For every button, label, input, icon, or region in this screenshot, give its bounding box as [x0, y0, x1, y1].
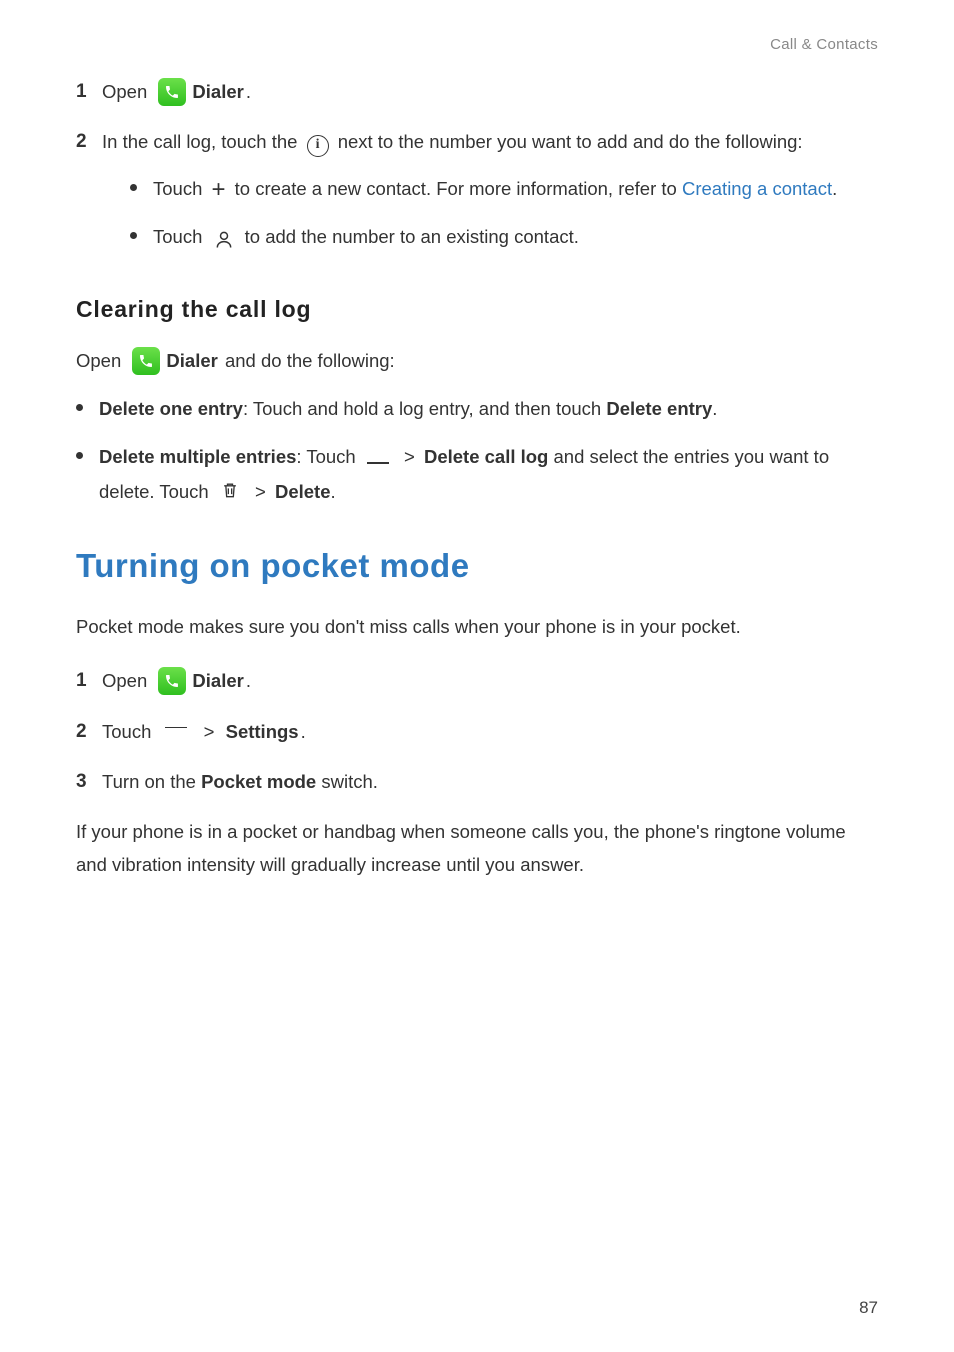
dialer-icon — [158, 667, 186, 695]
label: Delete one entry — [99, 398, 243, 419]
trash-icon — [220, 479, 240, 501]
breadcrumb: Call & Contacts — [770, 36, 878, 53]
text: > — [199, 716, 220, 747]
step-number: 2 — [76, 126, 92, 158]
text: Touch — [102, 716, 157, 747]
text: to create a new contact. For more inform… — [235, 178, 682, 199]
text: > — [250, 481, 271, 502]
dialer-icon — [158, 78, 186, 106]
info-icon: i — [307, 135, 329, 157]
menu-icon — [367, 460, 389, 476]
bold: Delete entry — [606, 398, 712, 419]
step-number: 1 — [76, 665, 92, 697]
para-pocket-intro: Pocket mode makes sure you don't miss ca… — [76, 611, 878, 643]
bold: Delete call log — [424, 446, 548, 467]
text: to add the number to an existing contact… — [240, 220, 579, 254]
dialer-icon — [132, 347, 160, 375]
link-creating-contact[interactable]: Creating a contact — [682, 178, 832, 199]
text: Open — [102, 665, 152, 696]
bold: Pocket mode — [201, 771, 316, 792]
bold: Delete — [275, 481, 331, 502]
person-icon — [214, 229, 234, 251]
step-number: 1 — [76, 76, 92, 108]
label: Delete multiple entries — [99, 446, 296, 467]
bold: Settings — [226, 716, 299, 747]
text: and do the following: — [220, 345, 395, 377]
bullet-icon — [130, 232, 137, 239]
bullet-delete-one: Delete one entry: Touch and hold a log e… — [76, 392, 878, 426]
text: Turn on the — [102, 771, 201, 792]
step-2: 2 In the call log, touch the i next to t… — [76, 126, 878, 268]
step-number: 2 — [76, 716, 92, 748]
dialer-label: Dialer — [166, 345, 217, 377]
bullet-icon — [76, 452, 83, 459]
text: : Touch and hold a log entry, and then t… — [243, 398, 606, 419]
sub-bullet-add-existing: Touch to add the number to an existing c… — [130, 220, 878, 254]
heading-pocket-mode: Turning on pocket mode — [76, 547, 878, 585]
text: . — [246, 76, 251, 107]
pocket-step-3: 3 Turn on the Pocket mode switch. — [76, 766, 878, 798]
bullet-delete-multiple: Delete multiple entries: Touch > Delete … — [76, 440, 878, 509]
text: next to the number you want to add and d… — [338, 131, 803, 152]
text: : Touch — [296, 446, 360, 467]
dialer-label: Dialer — [192, 76, 243, 107]
para-open-dialer: Open Dialer and do the following: — [76, 345, 878, 377]
text: . — [330, 481, 335, 502]
heading-clearing-call-log: Clearing the call log — [76, 296, 878, 323]
text: switch. — [316, 771, 378, 792]
dialer-label: Dialer — [192, 665, 243, 696]
text: In the call log, touch the — [102, 131, 303, 152]
text: > — [399, 446, 420, 467]
plus-icon: + — [212, 178, 226, 202]
pocket-step-2: 2 Touch > Settings . — [76, 716, 878, 748]
pocket-step-1: 1 Open Dialer . — [76, 665, 878, 697]
text: . — [301, 716, 306, 747]
sub-bullet-create-contact: Touch + to create a new contact. For mor… — [130, 172, 878, 206]
text: Open — [102, 76, 152, 107]
text: Open — [76, 345, 126, 377]
text: . — [832, 178, 837, 199]
text: . — [246, 665, 251, 696]
para-pocket-outro: If your phone is in a pocket or handbag … — [76, 816, 878, 881]
text: Touch — [153, 178, 208, 199]
text: Touch — [153, 220, 208, 254]
bullet-icon — [130, 184, 137, 191]
step-1: 1 Open Dialer . — [76, 76, 878, 108]
bullet-icon — [76, 404, 83, 411]
page-content: 1 Open Dialer . 2 In the call log, touch… — [76, 36, 878, 881]
menu-icon — [165, 724, 187, 740]
page-number: 87 — [859, 1298, 878, 1318]
text: . — [712, 398, 717, 419]
step-number: 3 — [76, 766, 92, 798]
